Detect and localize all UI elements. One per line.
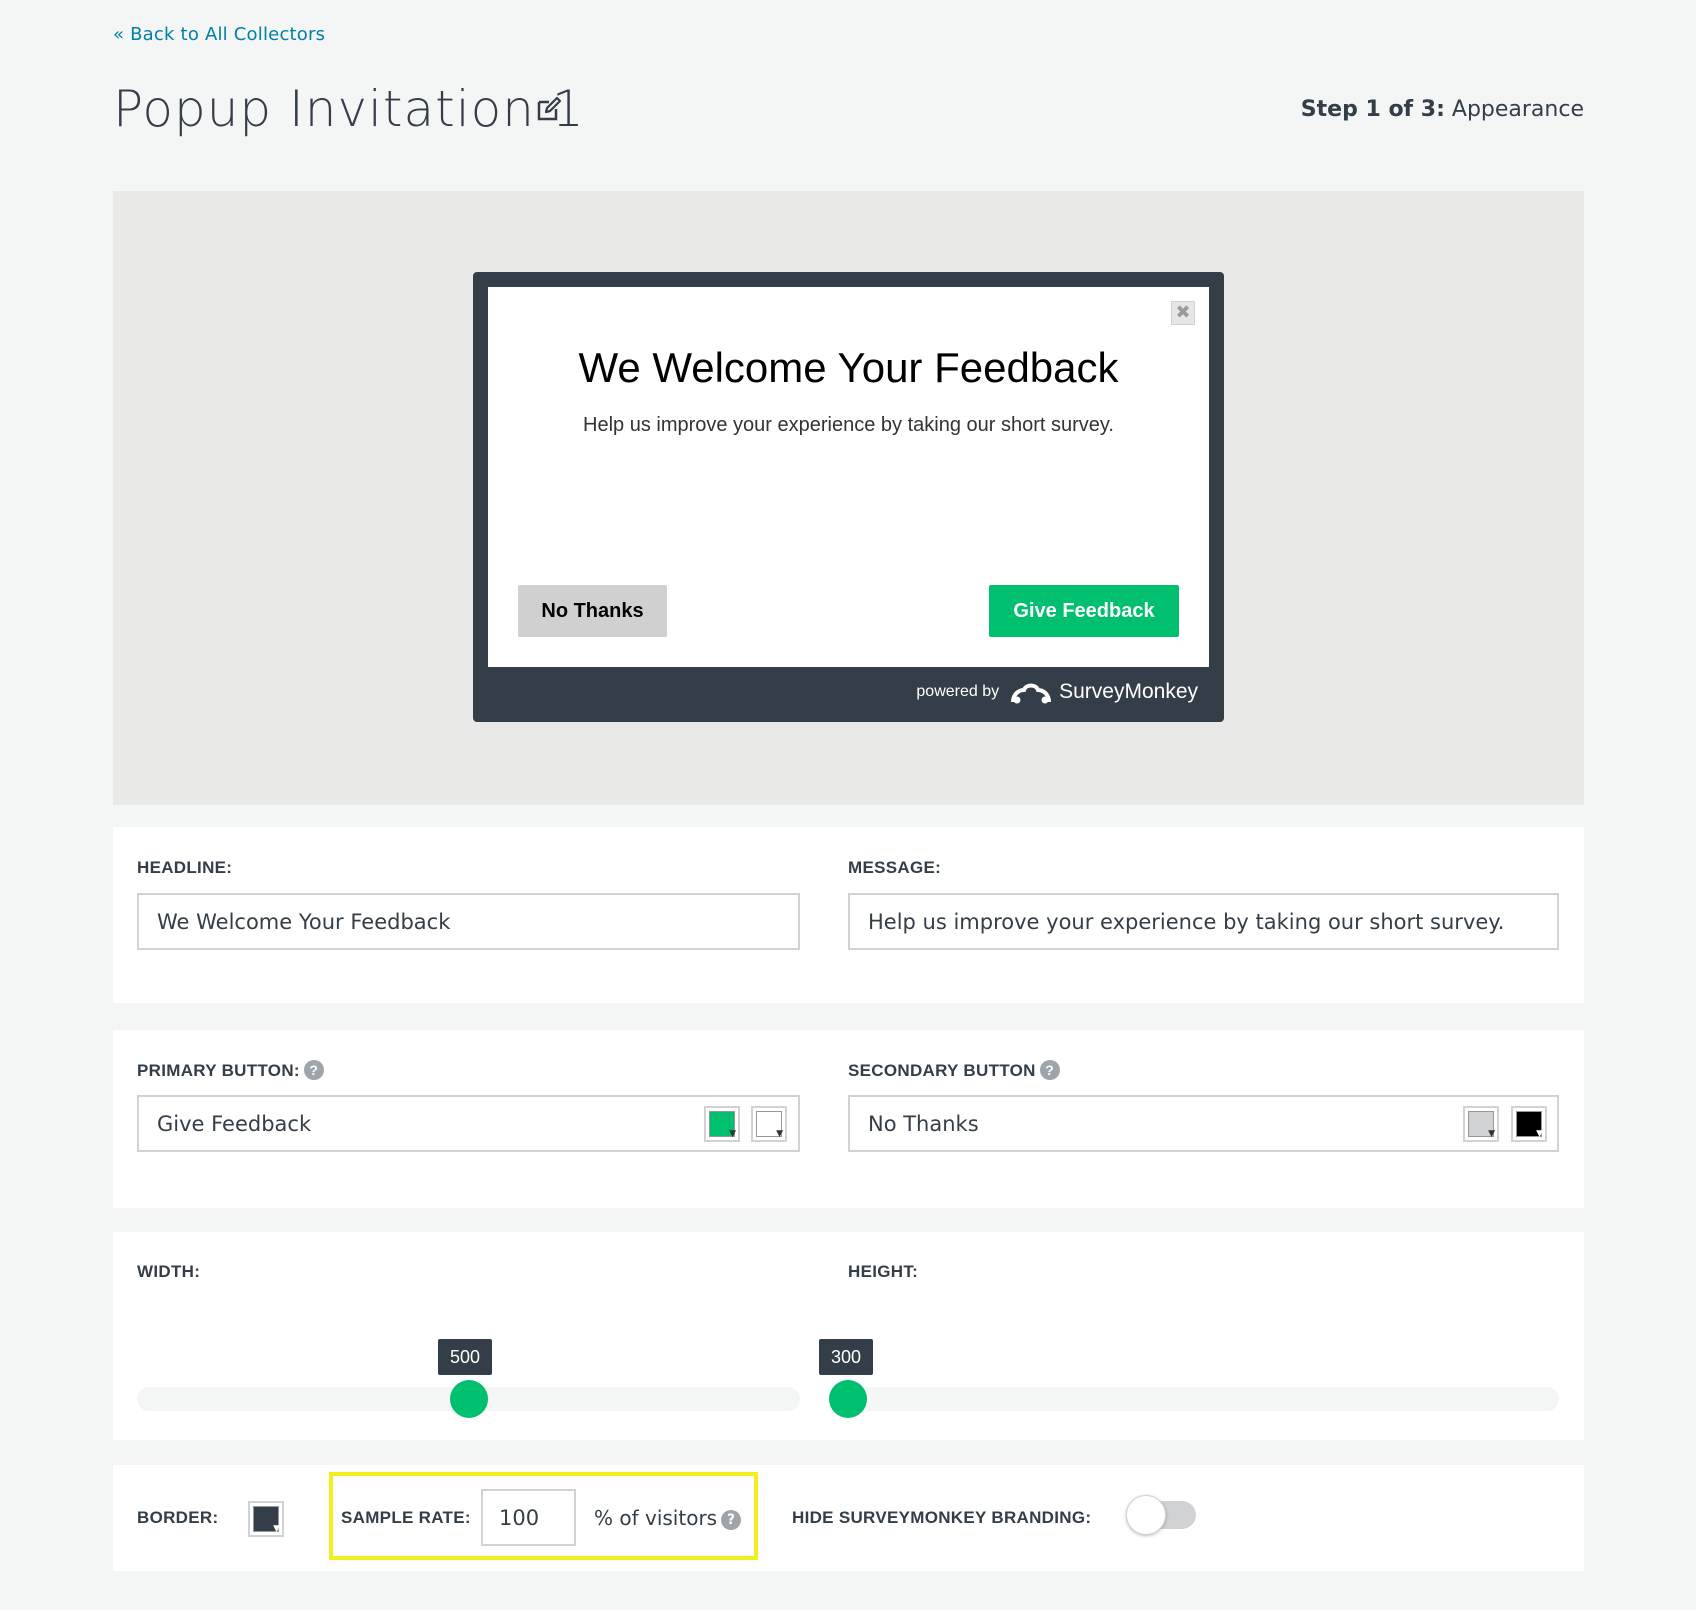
message-label: MESSAGE: xyxy=(848,858,942,877)
secondary-button-label-text: SECONDARY BUTTON xyxy=(848,1061,1036,1080)
back-to-collectors-link[interactable]: « Back to All Collectors xyxy=(113,24,325,45)
secondary-button-text-input[interactable] xyxy=(848,1095,1559,1152)
step-name: Appearance xyxy=(1451,97,1584,122)
border-label: BORDER: xyxy=(137,1508,219,1527)
message-input[interactable] xyxy=(848,893,1559,950)
caret-down-icon: ▼ xyxy=(776,1129,783,1139)
secondary-button-bg-color-picker[interactable]: ▼ xyxy=(1463,1106,1499,1142)
give-feedback-button[interactable]: Give Feedback xyxy=(989,585,1179,637)
secondary-button-label: SECONDARY BUTTON? xyxy=(848,1060,1060,1081)
hide-branding-toggle[interactable] xyxy=(1126,1495,1196,1535)
edit-icon[interactable] xyxy=(536,96,562,122)
width-value-tooltip: 500 xyxy=(438,1339,493,1375)
primary-button-label-text: PRIMARY BUTTON: xyxy=(137,1061,300,1080)
primary-button-label: PRIMARY BUTTON:? xyxy=(137,1060,324,1081)
headline-input[interactable] xyxy=(137,893,800,950)
sample-rate-input[interactable] xyxy=(481,1489,576,1546)
hide-branding-label: HIDE SURVEYMONKEY BRANDING: xyxy=(792,1508,1092,1527)
width-slider-handle[interactable] xyxy=(450,1380,488,1418)
primary-button-text-color-picker[interactable]: ▼ xyxy=(751,1106,787,1142)
popup-content: ✖ We Welcome Your Feedback Help us impro… xyxy=(488,287,1209,667)
surveymonkey-brand: SurveyMonkey xyxy=(1059,680,1198,703)
no-thanks-button[interactable]: No Thanks xyxy=(518,585,667,637)
help-icon[interactable]: ? xyxy=(303,1060,324,1080)
height-slider-handle[interactable] xyxy=(829,1380,867,1418)
sample-rate-label: SAMPLE RATE: xyxy=(341,1508,471,1527)
caret-down-icon: ▼ xyxy=(1488,1129,1495,1139)
page-title: Popup Invitation 1 xyxy=(113,80,585,138)
step-number: Step 1 of 3: xyxy=(1300,97,1445,122)
caret-down-icon: ▼ xyxy=(1536,1129,1543,1139)
step-indicator: Step 1 of 3: Appearance xyxy=(1301,97,1584,122)
sample-rate-suffix: % of visitors? xyxy=(594,1506,742,1530)
border-color-picker[interactable]: ▼ xyxy=(248,1501,284,1537)
close-icon[interactable]: ✖ xyxy=(1171,301,1195,325)
height-value-tooltip: 300 xyxy=(819,1339,874,1375)
primary-button-text-input[interactable] xyxy=(137,1095,800,1152)
surveymonkey-logo-icon xyxy=(1011,683,1052,704)
help-icon[interactable]: ? xyxy=(721,1510,742,1530)
popup-footer: powered by SurveyMonkey xyxy=(916,680,1198,704)
popup-message: Help us improve your experience by takin… xyxy=(583,414,1114,436)
help-icon[interactable]: ? xyxy=(1039,1060,1060,1080)
popup-preview: ✖ We Welcome Your Feedback Help us impro… xyxy=(473,272,1224,722)
height-slider-track[interactable] xyxy=(848,1387,1559,1411)
toggle-knob xyxy=(1126,1495,1166,1535)
caret-down-icon: ▼ xyxy=(273,1524,280,1534)
sample-rate-suffix-text: % of visitors xyxy=(594,1506,718,1530)
powered-by-label: powered by xyxy=(916,683,1000,700)
caret-down-icon: ▼ xyxy=(729,1129,736,1139)
height-label: HEIGHT: xyxy=(848,1262,919,1281)
primary-button-bg-color-picker[interactable]: ▼ xyxy=(704,1106,740,1142)
headline-label: HEADLINE: xyxy=(137,858,233,877)
popup-headline: We Welcome Your Feedback xyxy=(578,344,1119,391)
width-label: WIDTH: xyxy=(137,1262,201,1281)
secondary-button-text-color-picker[interactable]: ▼ xyxy=(1511,1106,1547,1142)
